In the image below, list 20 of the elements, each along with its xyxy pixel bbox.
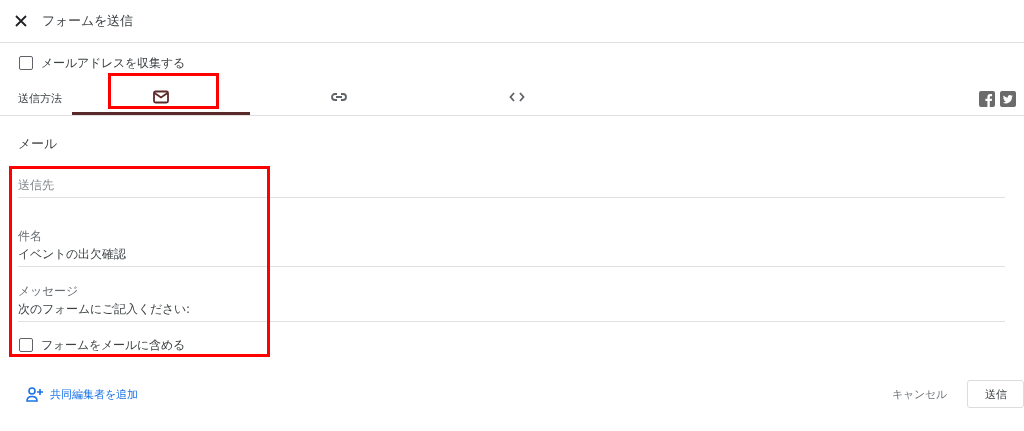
section-heading: メール xyxy=(18,135,58,153)
cancel-button[interactable]: キャンセル xyxy=(886,385,953,403)
field-label: 件名 xyxy=(18,228,43,245)
checkbox[interactable] xyxy=(19,56,33,70)
input-field[interactable]: 送信先 xyxy=(18,178,1005,197)
add-person-icon[interactable] xyxy=(26,386,44,402)
dialog-title: フォームを送信 xyxy=(42,12,133,30)
send-button[interactable]: 送信 xyxy=(967,380,1024,408)
facebook-icon[interactable] xyxy=(979,90,995,107)
input-field[interactable]: 次のフォームにご記入ください: xyxy=(18,302,1005,321)
checkbox[interactable] xyxy=(19,338,33,352)
send-via-label: 送信方法 xyxy=(17,91,63,106)
twitter-icon[interactable] xyxy=(1000,90,1016,107)
close-icon[interactable] xyxy=(14,14,28,28)
add-collaborators-link[interactable]: 共同編集者を追加 xyxy=(26,386,138,402)
checkbox-label[interactable]: メールアドレスを収集する xyxy=(41,54,185,72)
mail-icon[interactable] xyxy=(152,88,170,106)
input-field[interactable]: イベントの出欠確認 xyxy=(18,247,1005,266)
checkbox-label[interactable]: フォームをメールに含める xyxy=(41,336,185,354)
field-label: メッセージ xyxy=(18,283,79,300)
